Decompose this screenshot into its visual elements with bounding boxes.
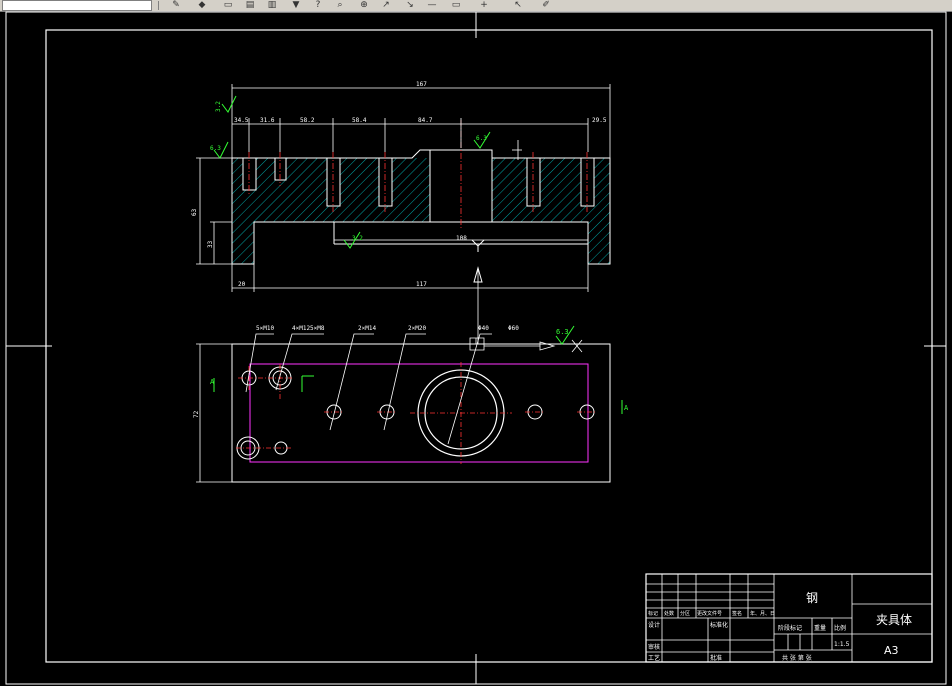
rev-header-count: 处数 [664,610,674,617]
stage-header: 阶段标记 [778,624,802,632]
height-dim-label: 63 [191,208,198,216]
sub-dim-6: 29.5 [592,117,607,124]
process-label: 工艺 [648,654,660,662]
rev-header-zone: 分区 [680,610,690,617]
hole-label-5: 2×M20 [408,325,426,332]
roughness-label-4: 3.2 [352,235,363,242]
top-view [196,325,623,483]
scale-value: 1:1.5 [834,641,850,648]
part-name-label: 夹具体 [876,613,912,627]
step-dim-label: 33 [207,240,214,248]
top-height-dim: 72 [193,410,200,418]
roughness-label-3: 6.3 [476,135,487,142]
top-roughness-label: 6.3 [556,328,569,336]
sub-dim-3: 58.2 [300,117,315,124]
rev-header-date: 年、月、日 [750,610,775,617]
sub-dim-2: 31.6 [260,117,275,124]
checker-label: 审核 [648,643,660,651]
scale-header: 比例 [834,624,846,632]
hole-label-1: 5×M10 [256,325,274,332]
front-view [196,84,611,344]
hole-label-7: Φ60 [508,325,519,332]
hole-label-4: 2×M14 [358,325,376,332]
inner-dim-label: 108 [456,235,467,242]
rev-header-doc: 更改文件号 [697,610,722,617]
rev-header-mark: 标记 [648,610,658,617]
hole-label-6: Φ40 [478,325,489,332]
drawing-canvas[interactable]: 167 34.5 31.6 58.2 58.4 84.7 29.5 63 33 … [0,0,952,686]
overall-dim-label: 167 [416,81,427,88]
bottom-dim-label: 117 [416,281,427,288]
bottom-left-dim-label: 20 [238,281,246,288]
sheet-row: 共 张 第 张 [782,654,812,662]
sheet-size-label: A3 [884,644,899,657]
sub-dim-1: 34.5 [234,117,249,124]
material-label: 钢 [806,591,818,605]
roughness-label-2: 6.3 [210,145,221,152]
sub-dim-4: 58.4 [352,117,367,124]
standardize-label: 标准化 [710,621,728,629]
weight-header: 重量 [814,624,826,632]
section-label-right: A [624,404,629,412]
designer-label: 设计 [648,621,660,629]
sub-dim-5: 84.7 [418,117,433,124]
roughness-label-1: 3.2 [215,101,222,112]
hole-label-3: 5×M8 [310,325,325,332]
approve-label: 批准 [710,654,722,662]
hole-label-2: 4×M12 [292,325,310,332]
rev-header-sign: 签名 [732,610,742,617]
